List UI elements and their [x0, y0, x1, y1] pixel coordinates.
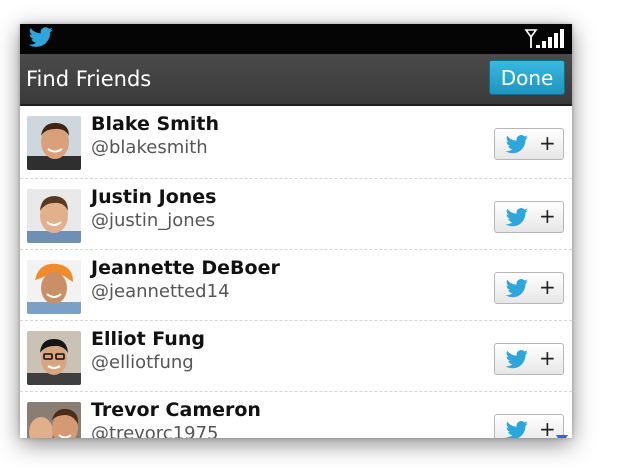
list-item[interactable]: Justin Jones @justin_jones +	[20, 179, 572, 250]
list-item[interactable]: Blake Smith @blakesmith +	[20, 106, 572, 179]
friend-handle: @trevorc1975	[91, 423, 219, 438]
friend-name: Justin Jones	[91, 186, 217, 208]
follow-button[interactable]: +	[494, 343, 564, 375]
avatar	[27, 260, 81, 314]
twitter-bird-icon	[505, 208, 529, 232]
plus-icon: +	[539, 417, 556, 438]
twitter-bird-icon	[28, 27, 54, 53]
avatar	[27, 116, 81, 170]
done-button[interactable]: Done	[489, 60, 565, 95]
follow-button[interactable]: +	[494, 201, 564, 233]
twitter-bird-icon	[505, 279, 529, 303]
plus-icon: +	[539, 275, 556, 299]
friend-handle: @elliotfung	[91, 352, 194, 373]
friend-name: Elliot Fung	[91, 328, 205, 350]
page-title: Find Friends	[26, 67, 152, 91]
status-bar	[20, 24, 572, 54]
twitter-bird-icon	[505, 421, 529, 438]
plus-icon: +	[539, 204, 556, 228]
friends-list: Blake Smith @blakesmith + Justin Jones @…	[20, 106, 572, 438]
signal-bars-icon	[524, 28, 566, 54]
follow-button[interactable]: +	[494, 128, 564, 160]
plus-icon: +	[539, 346, 556, 370]
friend-handle: @blakesmith	[91, 137, 208, 158]
friend-handle: @justin_jones	[91, 210, 216, 231]
friend-name: Jeannette DeBoer	[91, 257, 280, 279]
list-item[interactable]: Elliot Fung @elliotfung +	[20, 321, 572, 392]
phone-screen: Find Friends Done Blake Smith @blakesmit…	[20, 24, 572, 438]
follow-button[interactable]: +	[494, 414, 564, 438]
friend-name: Trevor Cameron	[91, 399, 261, 421]
twitter-bird-icon	[505, 135, 529, 159]
avatar	[27, 189, 81, 243]
follow-button[interactable]: +	[494, 272, 564, 304]
list-item[interactable]: Jeannette DeBoer @jeannetted14 +	[20, 250, 572, 321]
avatar	[27, 331, 81, 385]
friend-handle: @jeannetted14	[91, 281, 230, 302]
avatar	[27, 402, 81, 438]
friend-name: Blake Smith	[91, 113, 220, 135]
twitter-bird-icon	[505, 350, 529, 374]
scroll-down-arrow-icon[interactable]	[556, 429, 568, 438]
plus-icon: +	[539, 131, 556, 155]
title-bar: Find Friends Done	[20, 54, 572, 106]
list-item[interactable]: Trevor Cameron @trevorc1975 +	[20, 392, 572, 438]
